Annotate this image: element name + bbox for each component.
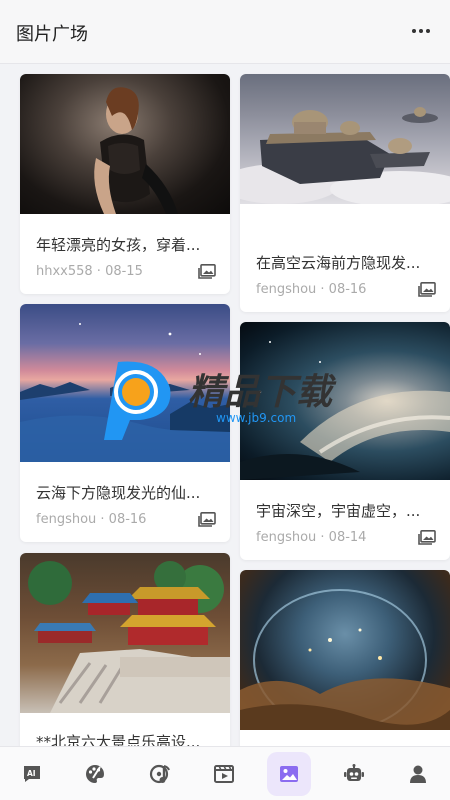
card-meta: hhxx558 · 08-15: [36, 264, 143, 279]
card-thumbnail: [20, 304, 230, 462]
card-meta: fengshou · 08-16: [36, 512, 147, 527]
card-thumbnail: [240, 74, 450, 204]
card-title: 在高空云海前方隐现发...: [256, 254, 421, 272]
tab-video[interactable]: [202, 752, 246, 796]
image-card[interactable]: 年轻漂亮的女孩，穿着... hhxx558 · 08-15: [20, 74, 230, 294]
tab-robot[interactable]: [332, 752, 376, 796]
ai-chat-icon: AI: [24, 766, 40, 782]
page-title: 图片广场: [16, 24, 88, 45]
card-thumbnail: [240, 570, 450, 730]
image-card[interactable]: 宇宙深空，宇宙虚空，... fengshou · 08-14: [240, 322, 450, 560]
card-thumbnail: [20, 74, 230, 214]
card-title: 年轻漂亮的女孩，穿着...: [36, 236, 201, 254]
more-dots-icon[interactable]: [410, 20, 432, 42]
tab-profile[interactable]: [396, 752, 440, 796]
image-card[interactable]: 在高空云海前方隐现发... fengshou · 08-16: [240, 74, 450, 312]
video-clapper-icon: [214, 765, 234, 783]
image-icon: [418, 530, 436, 545]
image-icon: [198, 512, 216, 527]
palette-icon: [86, 765, 104, 783]
image-icon: [280, 766, 298, 782]
card-meta: fengshou · 08-16: [256, 282, 367, 297]
tab-image-gallery[interactable]: [267, 752, 311, 796]
tab-music[interactable]: [138, 752, 182, 796]
card-title: 云海下方隐现发光的仙...: [36, 484, 201, 502]
tab-ai-chat[interactable]: AI: [10, 752, 54, 796]
svg-text:AI: AI: [27, 769, 36, 778]
image-card[interactable]: 云海下方隐现发光的仙... fengshou · 08-16: [20, 304, 230, 542]
card-thumbnail: [20, 553, 230, 713]
bottom-tab-bar: AI: [0, 746, 450, 800]
card-title: 宇宙深空，宇宙虚空，...: [256, 502, 421, 520]
image-icon: [418, 282, 436, 297]
card-meta: fengshou · 08-14: [256, 530, 367, 545]
card-thumbnail: [240, 322, 450, 480]
robot-icon: [344, 764, 364, 781]
user-icon: [410, 765, 426, 783]
image-icon: [198, 264, 216, 279]
tab-painting[interactable]: [73, 752, 117, 796]
top-bar: 图片广场: [0, 0, 450, 64]
music-note-icon: [149, 764, 170, 784]
